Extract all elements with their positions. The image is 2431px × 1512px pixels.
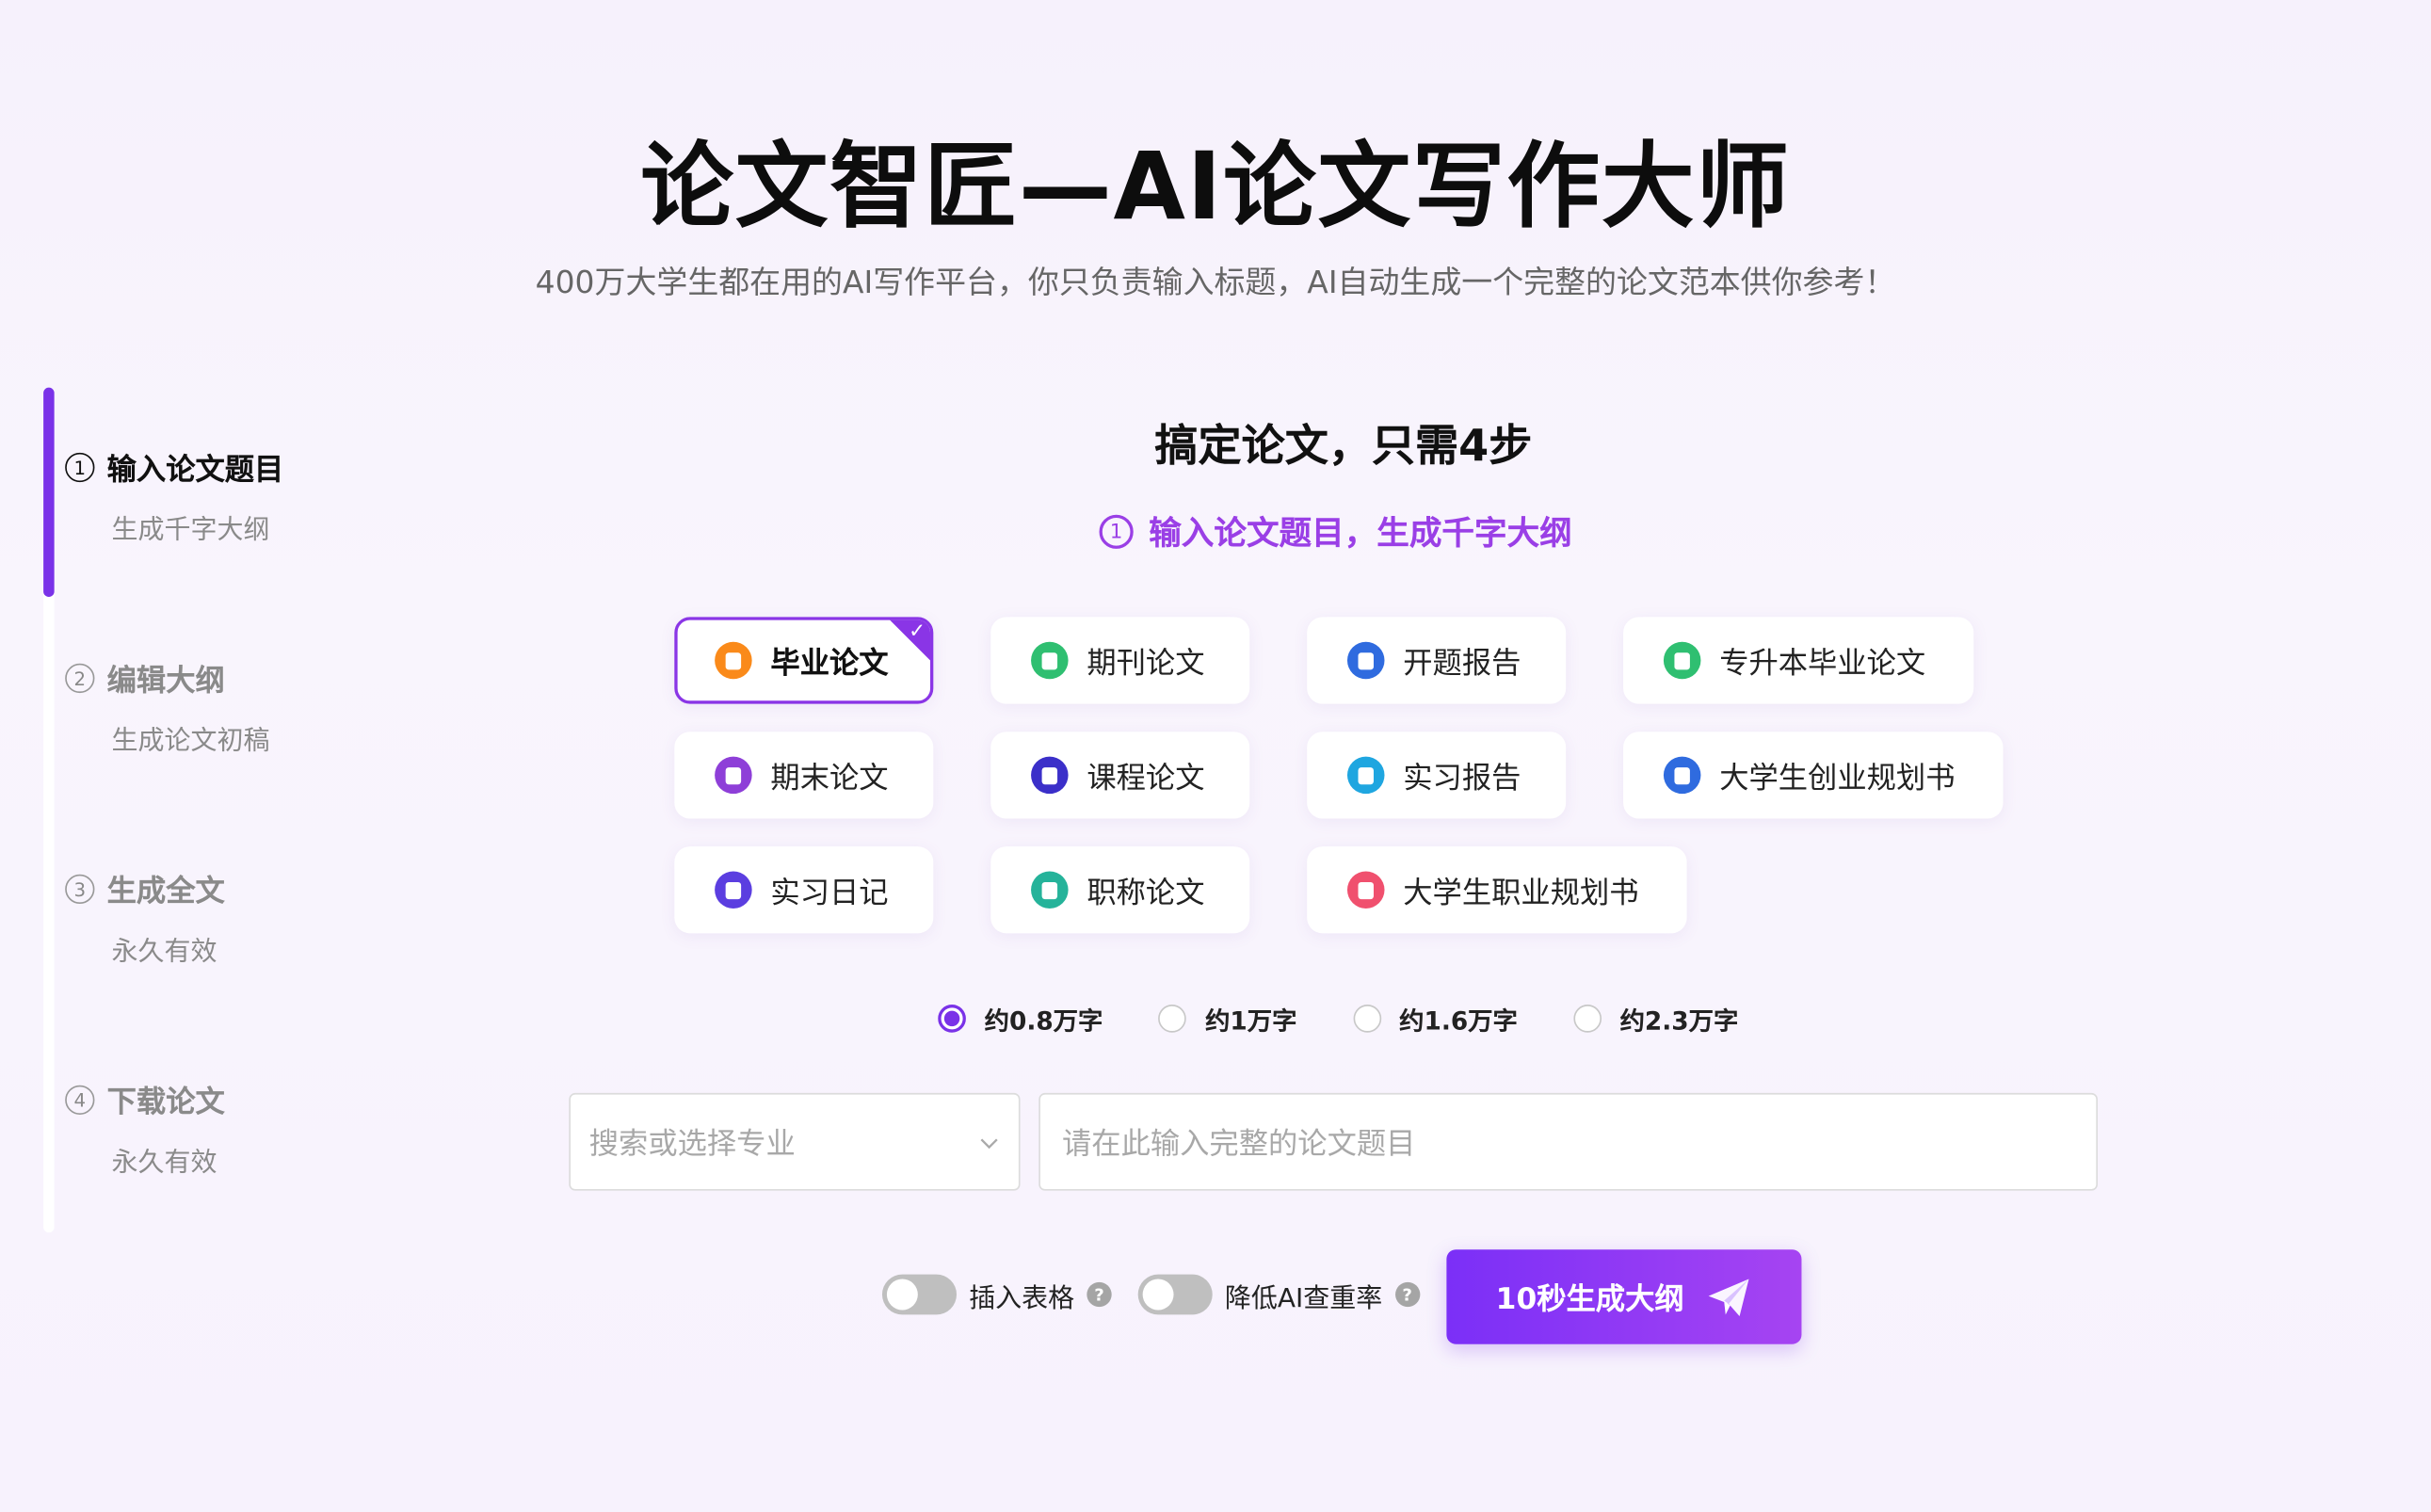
title-paper-icon bbox=[1031, 871, 1069, 909]
length-options: 约0.8万字 约1万字 约1.6万字 约2.3万字 bbox=[938, 1000, 1794, 1037]
topic-placeholder: 请在此输入完整的论文题目 bbox=[1061, 1127, 1416, 1162]
major-select[interactable]: 搜索或选择专业 bbox=[569, 1092, 1021, 1191]
check-icon: ✓ bbox=[909, 619, 926, 644]
page-title: 论文智匠—AI论文写作大师 bbox=[640, 133, 1791, 242]
step-4[interactable]: 4 下载论文 永久有效 bbox=[65, 1079, 406, 1178]
type-business-plan[interactable]: 大学生创业规划书 bbox=[1623, 732, 2004, 819]
type-label: 职称论文 bbox=[1087, 875, 1205, 909]
radio-button[interactable] bbox=[1573, 1005, 1602, 1033]
step-label: 下载论文 bbox=[106, 1085, 225, 1119]
type-label: 专升本毕业论文 bbox=[1719, 645, 1926, 681]
chevron-down-icon bbox=[980, 1137, 998, 1149]
generate-outline-button[interactable]: 10秒生成大纲 bbox=[1446, 1249, 1802, 1344]
type-label: 开题报告 bbox=[1403, 645, 1521, 681]
type-label: 期末论文 bbox=[770, 760, 889, 795]
radio-button[interactable] bbox=[1352, 1005, 1381, 1033]
final-paper-icon bbox=[715, 756, 752, 795]
type-label: 大学生职业规划书 bbox=[1403, 875, 1639, 909]
type-internship-report[interactable]: 实习报告 bbox=[1307, 732, 1567, 819]
type-label: 大学生创业规划书 bbox=[1719, 760, 1956, 795]
step-hint-number: 1 bbox=[1099, 514, 1134, 549]
help-icon[interactable]: ? bbox=[1394, 1281, 1420, 1308]
type-upgrade-paper[interactable]: 专升本毕业论文 bbox=[1623, 617, 1974, 704]
toggle-label: 降低AI查重率 bbox=[1224, 1282, 1383, 1314]
type-proposal[interactable]: 开题报告 bbox=[1307, 617, 1567, 704]
type-final-paper[interactable]: 期末论文 bbox=[674, 732, 934, 819]
radio-button[interactable] bbox=[1158, 1005, 1187, 1033]
type-label: 实习报告 bbox=[1403, 760, 1521, 795]
type-label: 课程论文 bbox=[1087, 760, 1205, 795]
step-label: 编辑大纲 bbox=[106, 663, 225, 699]
step-number: 2 bbox=[65, 663, 95, 694]
type-label: 实习日记 bbox=[770, 875, 889, 909]
type-course-paper[interactable]: 课程论文 bbox=[990, 732, 1250, 819]
reduce-duplication-option: 降低AI查重率 ? bbox=[1137, 1274, 1420, 1315]
type-career-plan[interactable]: 大学生职业规划书 bbox=[1307, 846, 1687, 934]
type-label: 期刊论文 bbox=[1087, 645, 1205, 681]
graduation-paper-icon bbox=[715, 641, 752, 680]
type-journal-paper[interactable]: 期刊论文 bbox=[990, 617, 1250, 704]
step-sub: 生成论文初稿 bbox=[111, 725, 270, 757]
toggle-label: 插入表格 bbox=[969, 1282, 1075, 1314]
career-plan-icon bbox=[1346, 871, 1385, 909]
section-heading: 搞定论文，只需4步 bbox=[1154, 420, 1533, 472]
topic-input[interactable]: 请在此输入完整的论文题目 bbox=[1038, 1092, 2098, 1191]
length-option[interactable]: 约0.8万字 bbox=[938, 1000, 1103, 1037]
paper-plane-icon bbox=[1709, 1278, 1749, 1316]
current-step-hint: 1 输入论文题目，生成千字大纲 bbox=[0, 508, 2431, 555]
length-option[interactable]: 约2.3万字 bbox=[1573, 1000, 1738, 1037]
length-label: 约1.6万字 bbox=[1399, 1005, 1518, 1036]
step-2[interactable]: 2 编辑大纲 生成论文初稿 bbox=[65, 657, 406, 757]
help-icon[interactable]: ? bbox=[1087, 1281, 1112, 1308]
length-label: 约1万字 bbox=[1205, 1005, 1297, 1036]
insert-table-option: 插入表格 ? bbox=[881, 1274, 1112, 1315]
step-sub: 永久有效 bbox=[111, 1147, 217, 1179]
major-placeholder: 搜索或选择专业 bbox=[588, 1127, 796, 1162]
radio-button[interactable] bbox=[938, 1005, 966, 1033]
journal-icon bbox=[1031, 641, 1069, 680]
type-label: 毕业论文 bbox=[770, 645, 889, 681]
step-hint-text: 输入论文题目，生成千字大纲 bbox=[1149, 514, 1572, 553]
step-sub: 永久有效 bbox=[111, 936, 217, 968]
type-title-paper[interactable]: 职称论文 bbox=[990, 846, 1250, 934]
reduce-duplication-toggle[interactable] bbox=[1137, 1274, 1213, 1315]
book-icon bbox=[1663, 641, 1701, 680]
proposal-icon bbox=[1346, 641, 1385, 680]
course-icon bbox=[1031, 756, 1069, 795]
length-option[interactable]: 约1万字 bbox=[1158, 1000, 1297, 1037]
step-label: 生成全文 bbox=[106, 874, 225, 909]
page-subtitle: 400万大学生都在用的AI写作平台，你只负责输入标题，AI自动生成一个完整的论文… bbox=[535, 263, 1896, 301]
insert-table-toggle[interactable] bbox=[881, 1274, 958, 1315]
step-number: 3 bbox=[65, 874, 95, 905]
generate-label: 10秒生成大纲 bbox=[1495, 1281, 1684, 1317]
diary-icon bbox=[715, 871, 752, 909]
step-number: 4 bbox=[65, 1085, 95, 1115]
length-option[interactable]: 约1.6万字 bbox=[1352, 1000, 1518, 1037]
business-plan-icon bbox=[1663, 756, 1701, 795]
type-internship-diary[interactable]: 实习日记 bbox=[674, 846, 934, 934]
type-graduation-paper[interactable]: 毕业论文 ✓ bbox=[674, 617, 934, 704]
length-label: 约0.8万字 bbox=[984, 1005, 1103, 1036]
step-3[interactable]: 3 生成全文 永久有效 bbox=[65, 868, 406, 968]
length-label: 约2.3万字 bbox=[1619, 1005, 1739, 1036]
report-icon bbox=[1346, 756, 1385, 795]
